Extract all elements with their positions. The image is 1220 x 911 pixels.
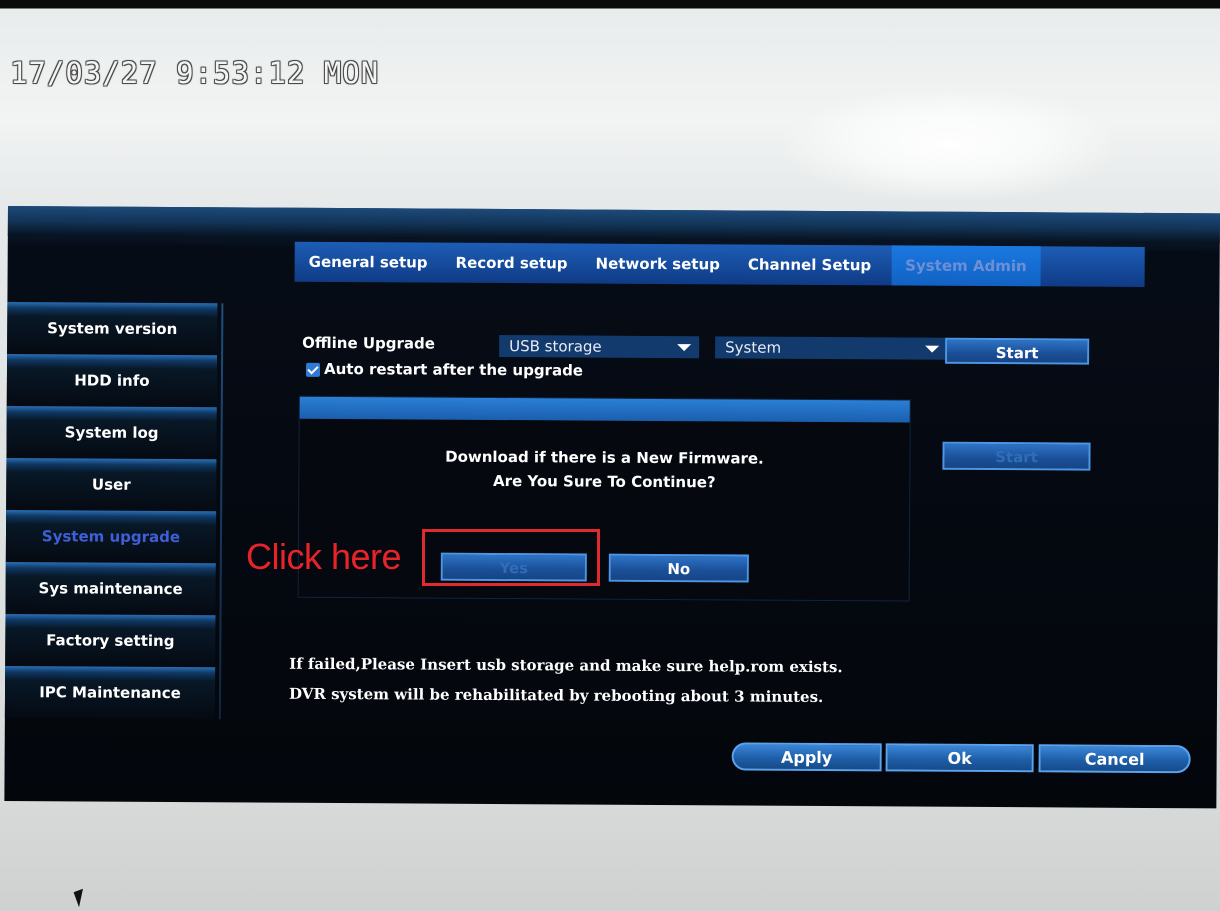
offline-start-button[interactable]: Start: [945, 337, 1090, 365]
apply-button[interactable]: Apply: [731, 742, 882, 772]
sidebar-item-system-version[interactable]: System version: [7, 301, 218, 356]
highlight-box: [422, 529, 600, 586]
chevron-down-icon: [925, 345, 940, 353]
sidebar-item-factory-setting[interactable]: Factory setting: [5, 613, 216, 668]
upgrade-type-value: System: [725, 338, 782, 357]
screen-glare: [790, 90, 1110, 200]
dvr-screen: 17/03/27 9:53:12 MON General setup Recor…: [0, 0, 1220, 911]
sidebar-divider: [218, 303, 224, 720]
upgrade-source-value: USB storage: [509, 337, 602, 356]
tab-system-admin[interactable]: System Admin: [891, 245, 1041, 287]
osd-clock: 17/03/27 9:53:12 MON: [10, 56, 380, 90]
no-button[interactable]: No: [608, 553, 749, 583]
click-here-annotation: Click here: [246, 536, 402, 577]
sidebar-item-system-upgrade[interactable]: System upgrade: [5, 509, 217, 564]
tab-bar: General setup Record setup Network setup…: [294, 241, 1145, 287]
panel-header-bar: [7, 206, 1220, 244]
dialog-message-line1: Download if there is a New Firmware.: [445, 447, 764, 468]
sidebar-item-hdd-info[interactable]: HDD info: [6, 353, 218, 408]
sidebar-item-user[interactable]: User: [6, 457, 217, 512]
help-note-line2: DVR system will be rehabilitated by rebo…: [288, 684, 824, 706]
tab-general-setup[interactable]: General setup: [295, 242, 442, 283]
tab-network-setup[interactable]: Network setup: [581, 244, 734, 285]
sidebar-item-system-log[interactable]: System log: [6, 405, 217, 460]
cancel-button[interactable]: Cancel: [1038, 744, 1191, 774]
upgrade-source-select[interactable]: USB storage: [499, 335, 700, 359]
ok-button[interactable]: Ok: [885, 743, 1034, 773]
help-note-line1: If failed,Please Insert usb storage and …: [289, 654, 843, 677]
tab-record-setup[interactable]: Record setup: [441, 243, 581, 284]
offline-upgrade-label: Offline Upgrade: [302, 333, 436, 353]
chevron-down-icon: [677, 344, 692, 352]
settings-panel: General setup Record setup Network setup…: [4, 206, 1220, 809]
sidebar-item-ipc-maintenance[interactable]: IPC Maintenance: [4, 665, 216, 720]
upgrade-type-select[interactable]: System: [715, 336, 948, 360]
tab-channel-setup[interactable]: Channel Setup: [734, 244, 886, 285]
sidebar: System version HDD info System log User …: [4, 301, 218, 720]
dialog-title-bar: [299, 396, 910, 423]
sidebar-item-sys-maintenance[interactable]: Sys maintenance: [5, 561, 216, 616]
mouse-cursor-icon: [73, 888, 89, 908]
dialog-message-line2: Are You Sure To Continue?: [492, 471, 716, 492]
auto-restart-checkbox[interactable]: [305, 362, 321, 377]
auto-restart-label: Auto restart after the upgrade: [323, 359, 584, 380]
online-start-button[interactable]: Start: [942, 441, 1091, 471]
